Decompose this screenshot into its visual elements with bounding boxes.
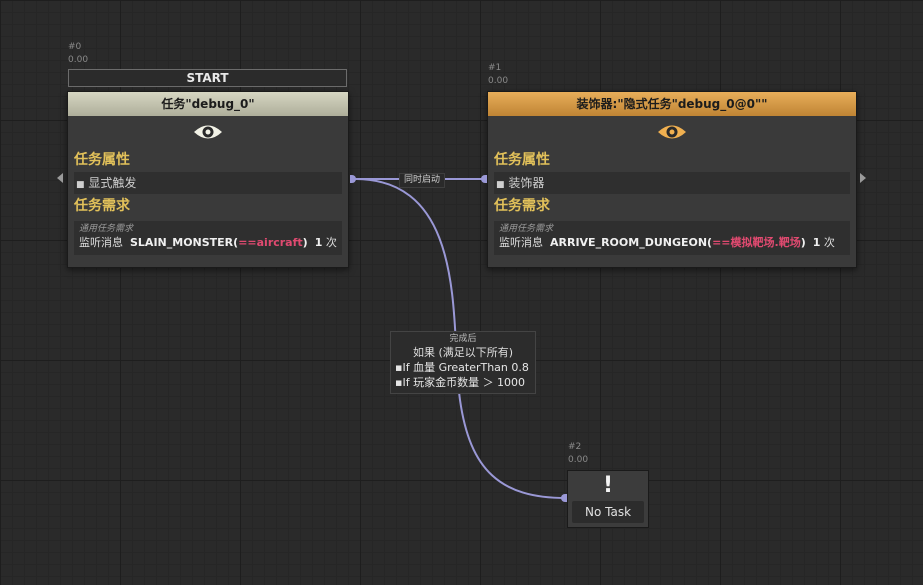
edge-label-parallel[interactable]: 同时启动 <box>399 173 446 188</box>
no-task-node[interactable]: ! No Task <box>567 470 649 528</box>
req-command: ARRIVE_ROOM_DUNGEON( <box>550 236 713 249</box>
eye-icon <box>194 125 222 139</box>
node1-input-port[interactable] <box>481 175 487 183</box>
node1-requirement[interactable]: 通用任务需求 监听消息 ARRIVE_ROOM_DUNGEON(==模拟靶场.靶… <box>494 221 850 255</box>
node0-req-sub: 通用任务需求 <box>79 224 134 234</box>
no-task-label: No Task <box>572 501 644 523</box>
node0-prop-label: 显式触发 <box>88 176 137 190</box>
req-unit: 次 <box>823 236 835 249</box>
node0-time: 0.00 <box>68 55 89 65</box>
node0-prop-item[interactable]: ■ 显式触发 <box>74 172 342 194</box>
cond-head: 完成后 <box>449 334 477 344</box>
req-close: ) <box>302 236 308 249</box>
req-close: ) <box>800 236 806 249</box>
node0-input-arrow-icon[interactable] <box>57 173 63 183</box>
node1-prop-item[interactable]: ■ 装饰器 <box>494 172 850 194</box>
node1-prop-label: 装饰器 <box>508 176 545 190</box>
cond-item-1: ▪If 血量 GreaterThan 0.8 <box>395 361 529 374</box>
req-unit: 次 <box>325 236 337 249</box>
node1-title: 装饰器:"隐式任务"debug_0@0"" <box>488 92 856 116</box>
node0-req-heading: 任务需求 <box>74 198 130 214</box>
req-command: SLAIN_MONSTER( <box>130 236 239 249</box>
bullet-square-icon: ■ <box>496 180 505 190</box>
cond-if-all: 如果 (满足以下所有) <box>412 346 514 359</box>
req-prefix: 监听消息 <box>499 236 543 249</box>
req-count: 1 <box>812 236 821 249</box>
node0-index: #0 <box>68 42 82 52</box>
node0-props-heading: 任务属性 <box>74 152 130 168</box>
req-count: 1 <box>314 236 323 249</box>
start-bar: START <box>68 69 347 87</box>
node0-title: 任务"debug_0" <box>68 92 348 116</box>
req-param: ==模拟靶场.靶场 <box>712 236 801 249</box>
visibility-eye-icon[interactable] <box>488 116 856 148</box>
edge-condition-box[interactable]: 完成后 如果 (满足以下所有) ▪If 血量 GreaterThan 0.8 ▪… <box>390 331 536 394</box>
node1-props-heading: 任务属性 <box>494 152 550 168</box>
node1-index: #1 <box>488 63 502 73</box>
node1-output-arrow-icon[interactable] <box>860 173 866 183</box>
req-prefix: 监听消息 <box>79 236 123 249</box>
req-param: ==aircraft <box>238 236 303 249</box>
node1-req-line: 监听消息 ARRIVE_ROOM_DUNGEON(==模拟靶场.靶场) 1 次 <box>499 235 845 251</box>
node1-req-heading: 任务需求 <box>494 198 550 214</box>
cond-item-2: ▪If 玩家金币数量 ＞ 1000 <box>395 376 526 389</box>
node1-req-sub: 通用任务需求 <box>499 224 554 234</box>
eye-icon <box>658 125 686 139</box>
node2-time: 0.00 <box>568 455 589 465</box>
visibility-eye-icon[interactable] <box>68 116 348 148</box>
node0-req-line: 监听消息 SLAIN_MONSTER(==aircraft) 1 次 <box>79 235 337 251</box>
node1-time: 0.00 <box>488 76 509 86</box>
bullet-square-icon: ■ <box>76 180 85 190</box>
task-node-debug0[interactable]: 任务"debug_0" 任务属性 ■ 显式触发 任务需求 通用任务需求 监听消息… <box>67 91 349 268</box>
exclamation-icon: ! <box>602 473 614 498</box>
node2-index: #2 <box>568 442 582 452</box>
decorator-node[interactable]: 装饰器:"隐式任务"debug_0@0"" 任务属性 ■ 装饰器 任务需求 通用… <box>487 91 857 268</box>
node0-requirement[interactable]: 通用任务需求 监听消息 SLAIN_MONSTER(==aircraft) 1 … <box>74 221 342 255</box>
connection-wires <box>354 178 567 499</box>
